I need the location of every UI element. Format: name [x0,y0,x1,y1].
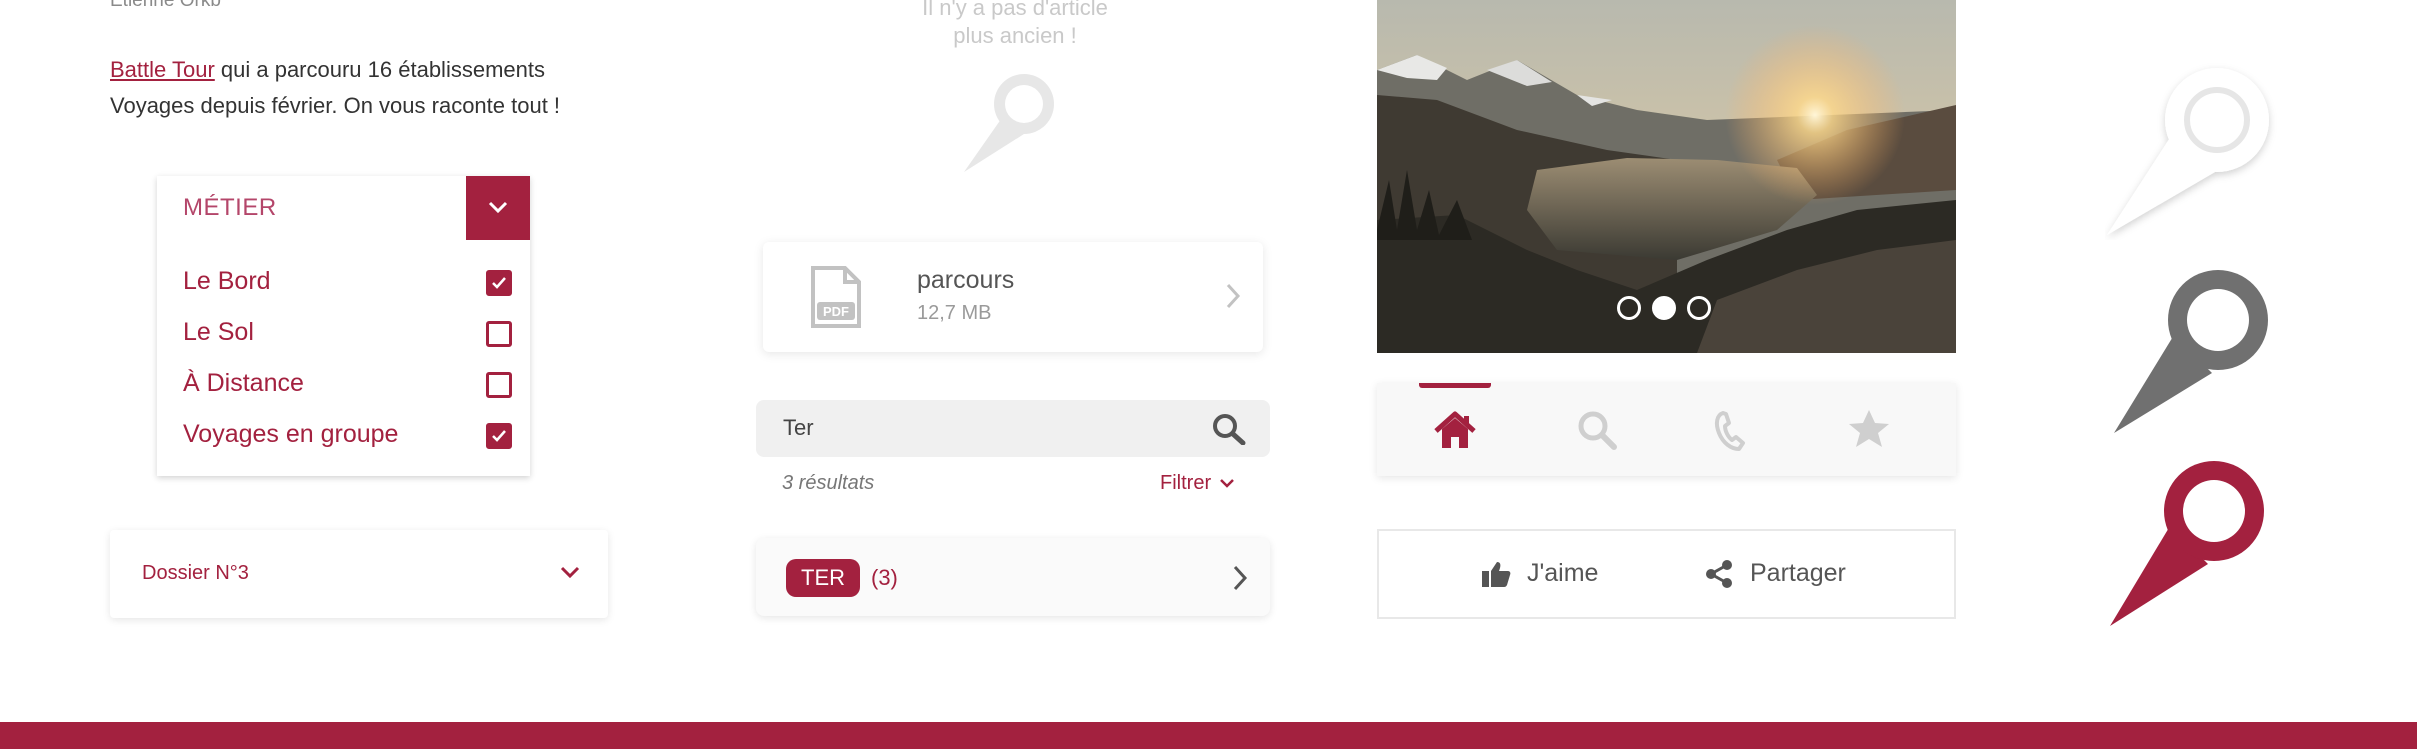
metier-header[interactable]: MÉTIER [157,176,530,240]
active-tab-indicator [1419,383,1491,388]
file-size: 12,7 MB [917,302,992,324]
checkbox-voyages-en-groupe[interactable] [486,423,512,449]
option-voyages-en-groupe[interactable]: Voyages en groupe [183,420,398,449]
option-a-distance[interactable]: À Distance [183,369,304,398]
carousel-dot[interactable] [1687,296,1711,320]
tag-badge: TER [786,559,860,597]
pdf-file-card[interactable]: PDF parcours 12,7 MB [763,242,1263,352]
checkbox-le-bord[interactable] [486,270,512,296]
carousel-indicators [1617,296,1722,325]
search-input[interactable] [783,412,1183,444]
image-carousel[interactable] [1377,0,1956,353]
metier-label: MÉTIER [183,194,277,221]
carousel-dot-active[interactable] [1652,296,1676,320]
search-bar [756,400,1270,457]
article-intro: Battle Tour qui a parcouru 16 établissem… [110,52,600,124]
social-actions: J'aime Partager [1377,529,1956,619]
empty-state-message: Il n'y a pas d'article plus ancien ! [880,0,1150,50]
check-icon [492,277,506,289]
filter-label: Filtrer [1160,472,1212,494]
check-icon [492,430,506,442]
thumbs-up-icon [1482,562,1511,588]
map-pin-icon [2110,461,2264,626]
map-pin-icon [964,74,1054,172]
chevron-right-icon [1233,565,1248,591]
svg-text:PDF: PDF [823,304,849,319]
share-icon [1706,560,1732,589]
like-label: J'aime [1527,559,1599,587]
chevron-down-icon [560,566,580,579]
empty-state-line1: Il n'y a pas d'article [922,0,1108,20]
chevron-down-icon [488,201,508,214]
file-name: parcours [917,266,1015,294]
share-label: Partager [1750,559,1846,587]
phone-icon[interactable] [1707,405,1757,455]
empty-state-line2: plus ancien ! [953,23,1077,48]
metier-toggle-button[interactable] [466,176,530,240]
dossier-label: Dossier N°3 [142,562,249,584]
tag-count: (3) [871,565,898,590]
option-le-bord[interactable]: Le Bord [183,267,271,296]
search-icon[interactable] [1572,405,1622,455]
tag-result-row[interactable]: TER (3) [756,538,1270,616]
bottom-tab-bar [1377,383,1956,476]
pdf-file-icon: PDF [811,266,861,328]
battle-tour-link[interactable]: Battle Tour [110,57,215,82]
intro-text: qui a parcouru 16 établissements [214,57,545,82]
metier-dropdown: MÉTIER Le Bord Le Sol À Distance Voyages… [157,176,530,476]
star-icon[interactable] [1844,405,1894,455]
results-count: 3 résultats [782,472,875,494]
footer-bar [0,722,2417,749]
dossier-accordion[interactable]: Dossier N°3 [110,530,608,618]
map-pin-icon [2114,270,2268,433]
chevron-down-icon [1220,479,1234,488]
search-icon[interactable] [1212,413,1246,445]
intro-text-line2: Voyages depuis février. On vous raconte … [110,93,561,118]
home-icon[interactable] [1430,405,1480,455]
author-name: Etienne Orkb [110,0,221,11]
share-button[interactable]: Partager [1704,559,1846,589]
filter-button[interactable]: Filtrer [1160,472,1235,495]
carousel-dot[interactable] [1617,296,1641,320]
map-pin-icon [2107,68,2269,235]
checkbox-a-distance[interactable] [486,372,512,398]
checkbox-le-sol[interactable] [486,321,512,347]
like-button[interactable]: J'aime [1481,559,1598,588]
option-le-sol[interactable]: Le Sol [183,318,254,347]
chevron-right-icon [1226,283,1241,309]
